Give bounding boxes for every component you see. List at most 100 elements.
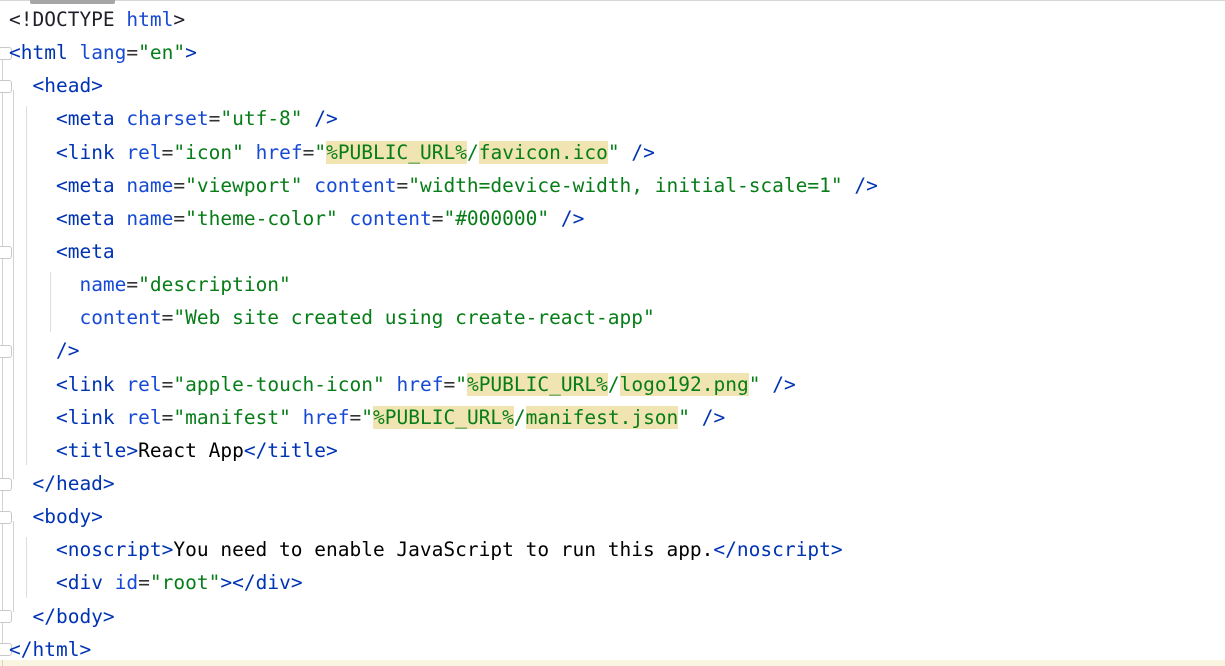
- code-token: =: [162, 306, 174, 329]
- code-token: html: [126, 8, 173, 31]
- code-token: =: [162, 141, 174, 164]
- code-token: [760, 373, 772, 396]
- code-token: "apple-touch-icon": [173, 373, 384, 396]
- code-token: [291, 406, 303, 429]
- code-token: [9, 141, 56, 164]
- code-token: ": [749, 373, 761, 396]
- code-token: content: [79, 306, 161, 329]
- code-token: [9, 174, 56, 197]
- code-line[interactable]: <link rel="apple-touch-icon" href="%PUBL…: [9, 368, 878, 401]
- code-line[interactable]: <link rel="icon" href="%PUBLIC_URL%/favi…: [9, 136, 878, 169]
- code-token: />: [854, 174, 877, 197]
- code-token: </html>: [9, 638, 91, 661]
- code-token: "root": [150, 571, 220, 594]
- injected-fragment-token: %PUBLIC_URL%: [467, 373, 608, 396]
- code-line[interactable]: <head>: [9, 69, 878, 102]
- code-token: "#000000": [443, 207, 549, 230]
- code-token: </title>: [244, 439, 338, 462]
- code-line[interactable]: />: [9, 334, 878, 367]
- code-token: ": [361, 406, 373, 429]
- code-line[interactable]: <!DOCTYPE html>: [9, 3, 878, 36]
- code-text-area[interactable]: <!DOCTYPE html><html lang="en"> <head> <…: [9, 3, 878, 666]
- code-token: /: [608, 373, 620, 396]
- code-token: <link: [56, 141, 115, 164]
- code-line[interactable]: <link rel="manifest" href="%PUBLIC_URL%/…: [9, 401, 878, 434]
- code-token: <html: [9, 41, 68, 64]
- code-token: />: [702, 406, 725, 429]
- code-line[interactable]: name="description": [9, 268, 878, 301]
- code-line[interactable]: <body>: [9, 500, 878, 533]
- code-line[interactable]: </head>: [9, 467, 878, 500]
- code-token: href: [396, 373, 443, 396]
- code-token: [115, 373, 127, 396]
- injected-fragment-token: manifest.json: [526, 406, 679, 429]
- code-token: =: [162, 406, 174, 429]
- code-token: =: [173, 207, 185, 230]
- code-token: [9, 107, 56, 130]
- code-line[interactable]: content="Web site created using create-r…: [9, 301, 878, 334]
- code-line[interactable]: <meta: [9, 235, 878, 268]
- code-token: <body>: [32, 505, 102, 528]
- code-token: [843, 174, 855, 197]
- code-token: href: [303, 406, 350, 429]
- code-token: name: [79, 273, 126, 296]
- code-token: lang: [79, 41, 126, 64]
- code-token: "manifest": [173, 406, 290, 429]
- code-token: "width=device-width, initial-scale=1": [408, 174, 842, 197]
- code-token: You need to enable JavaScript to run thi…: [173, 538, 713, 561]
- code-token: />: [772, 373, 795, 396]
- code-token: [244, 141, 256, 164]
- code-line[interactable]: <meta name="theme-color" content="#00000…: [9, 202, 878, 235]
- fold-region-line: [2, 660, 4, 666]
- injected-fragment-token: %PUBLIC_URL%: [326, 141, 467, 164]
- code-token: rel: [126, 373, 161, 396]
- code-line[interactable]: <title>React App</title>: [9, 434, 878, 467]
- injected-fragment-token: favicon.ico: [479, 141, 608, 164]
- code-token: />: [314, 107, 337, 130]
- injected-fragment-token: %PUBLIC_URL%: [373, 406, 514, 429]
- code-token: [9, 472, 32, 495]
- code-token: [9, 538, 56, 561]
- code-token: >: [220, 571, 232, 594]
- code-token: </body>: [32, 605, 114, 628]
- code-line[interactable]: <meta name="viewport" content="width=dev…: [9, 169, 878, 202]
- code-token: =: [173, 174, 185, 197]
- code-token: [103, 571, 115, 594]
- code-token: <meta: [56, 174, 115, 197]
- code-token: =: [162, 373, 174, 396]
- code-token: <link: [56, 373, 115, 396]
- code-token: =: [432, 207, 444, 230]
- code-token: >: [173, 8, 185, 31]
- code-token: [9, 74, 32, 97]
- code-line[interactable]: <html lang="en">: [9, 36, 878, 69]
- code-token: <div: [56, 571, 103, 594]
- code-token: "utf-8": [220, 107, 302, 130]
- code-line[interactable]: <div id="root"></div>: [9, 566, 878, 599]
- code-token: ": [678, 406, 690, 429]
- code-token: href: [256, 141, 303, 164]
- code-token: </noscript>: [713, 538, 842, 561]
- code-line[interactable]: <meta charset="utf-8" />: [9, 102, 878, 135]
- code-token: [303, 107, 315, 130]
- code-token: [9, 207, 56, 230]
- code-token: charset: [126, 107, 208, 130]
- code-token: [68, 41, 80, 64]
- code-token: [9, 439, 56, 462]
- code-token: name: [126, 174, 173, 197]
- code-line[interactable]: </body>: [9, 600, 878, 633]
- code-token: [690, 406, 702, 429]
- code-token: [115, 174, 127, 197]
- code-token: [338, 207, 350, 230]
- code-line[interactable]: <noscript>You need to enable JavaScript …: [9, 533, 878, 566]
- code-token: [385, 373, 397, 396]
- code-token: "Web site created using create-react-app…: [173, 306, 654, 329]
- code-token: >: [185, 41, 197, 64]
- code-token: [9, 273, 79, 296]
- code-token: name: [126, 207, 173, 230]
- code-token: />: [561, 207, 584, 230]
- code-token: "theme-color": [185, 207, 338, 230]
- code-editor[interactable]: <!DOCTYPE html><html lang="en"> <head> <…: [0, 0, 1225, 666]
- code-token: [9, 373, 56, 396]
- code-token: [115, 406, 127, 429]
- code-token: <meta: [56, 107, 115, 130]
